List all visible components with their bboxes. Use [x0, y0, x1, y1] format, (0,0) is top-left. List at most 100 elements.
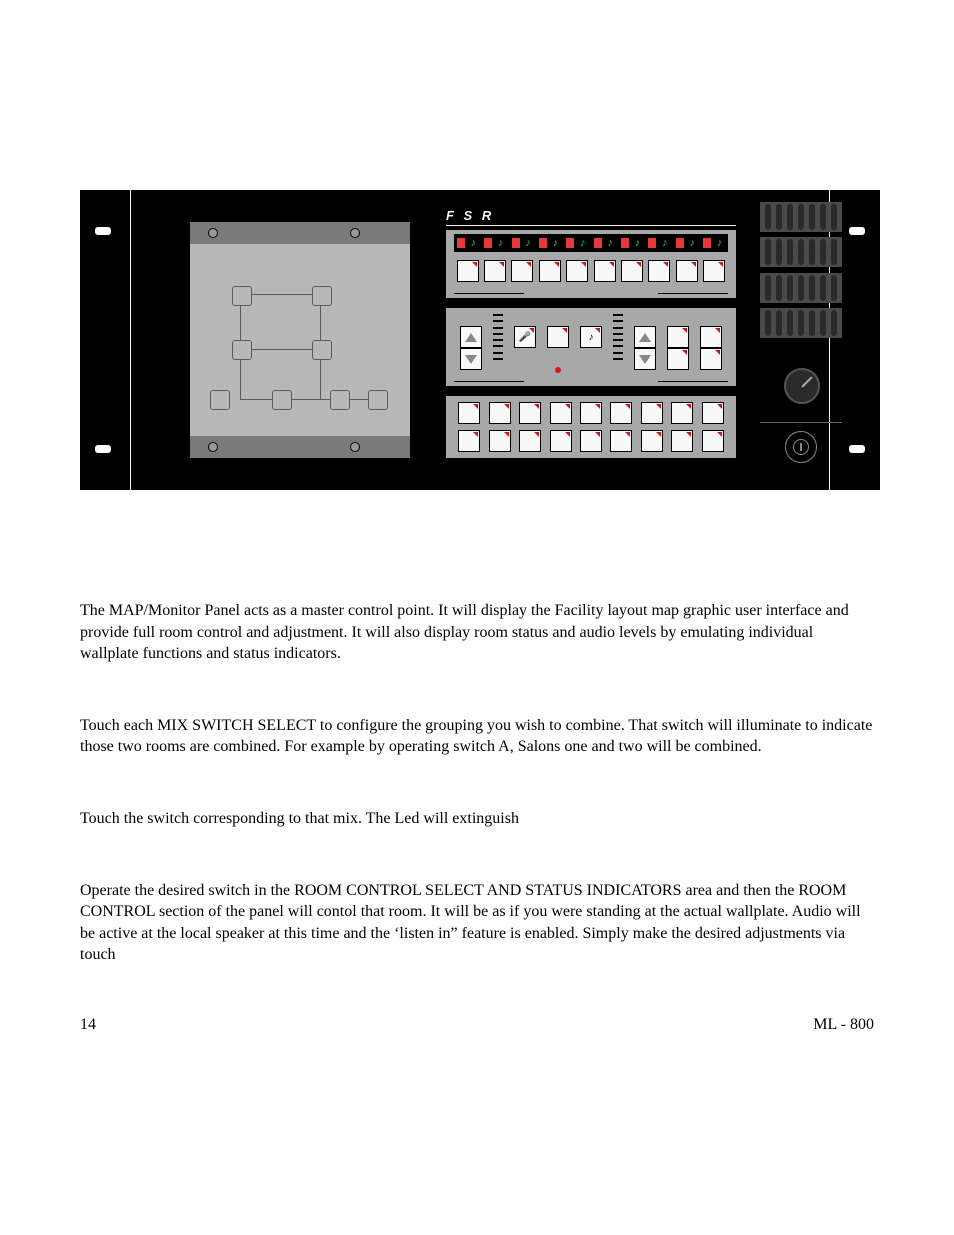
rack-panel: F S R ♪ ♪ ♪ ♪ ♪ ♪ ♪ [80, 190, 880, 490]
room-select-block: ♪ ♪ ♪ ♪ ♪ ♪ ♪ ♪ ♪ [446, 230, 736, 298]
paragraph-2: Touch each MIX SWITCH SELECT to configur… [80, 715, 874, 758]
mic-led-icon [484, 238, 492, 248]
select-row [454, 260, 728, 282]
screw-icon [350, 228, 360, 238]
note-led-icon: ♪ [553, 238, 561, 248]
control-row-bot [454, 348, 728, 370]
power-button[interactable] [785, 431, 817, 463]
mic-led-icon [457, 238, 465, 248]
rack-ear-hole [94, 444, 112, 454]
select-button[interactable] [621, 260, 643, 282]
mix-switch-button[interactable] [550, 430, 572, 452]
divider [658, 293, 728, 294]
room-node [368, 390, 388, 410]
mix-row-1 [454, 402, 728, 424]
mix-switch-block [446, 396, 736, 458]
mix-switch-button[interactable] [610, 402, 632, 424]
mix-switch-button[interactable] [458, 402, 480, 424]
note-led-icon: ♪ [471, 238, 479, 248]
mic-led-icon [566, 238, 574, 248]
select-button[interactable] [511, 260, 533, 282]
map-line [240, 399, 380, 400]
control-button[interactable] [667, 348, 689, 370]
select-button[interactable] [457, 260, 479, 282]
mix-switch-button[interactable] [702, 430, 724, 452]
mix-switch-button[interactable] [641, 430, 663, 452]
select-button[interactable] [703, 260, 725, 282]
mic-button[interactable]: 🎤 [514, 326, 536, 348]
mic-led-icon [621, 238, 629, 248]
mic-led-icon [594, 238, 602, 248]
volume-knob[interactable] [784, 368, 820, 404]
mix-switch-button[interactable] [489, 402, 511, 424]
control-button[interactable]: ♪ [580, 326, 602, 348]
control-button[interactable] [667, 326, 689, 348]
room-node [312, 340, 332, 360]
mix-switch-button[interactable] [641, 402, 663, 424]
mic-led-icon [676, 238, 684, 248]
mix-row-2 [454, 430, 728, 452]
select-button[interactable] [539, 260, 561, 282]
mix-switch-button[interactable] [610, 430, 632, 452]
mix-switch-button[interactable] [580, 402, 602, 424]
speaker-panel [750, 200, 872, 480]
room-node [232, 340, 252, 360]
mix-switch-button[interactable] [671, 430, 693, 452]
control-button[interactable] [547, 326, 569, 348]
mix-switch-button[interactable] [519, 402, 541, 424]
vol-up-button[interactable] [634, 326, 656, 348]
room-node [232, 286, 252, 306]
divider [454, 381, 524, 382]
map-body [190, 244, 410, 436]
divider [658, 381, 728, 382]
select-button[interactable] [648, 260, 670, 282]
brand-label: F S R [446, 208, 736, 226]
room-node [272, 390, 292, 410]
note-led-icon: ♪ [717, 238, 725, 248]
map-panel [190, 222, 410, 458]
note-led-icon: ♪ [580, 238, 588, 248]
doc-id: ML - 800 [813, 1016, 874, 1034]
mix-switch-button[interactable] [550, 402, 572, 424]
mic-led-icon [648, 238, 656, 248]
speaker-grill-icon [760, 202, 842, 338]
note-led-icon: ♪ [662, 238, 670, 248]
mix-switch-button[interactable] [519, 430, 541, 452]
mix-switch-button[interactable] [671, 402, 693, 424]
mic-led-icon [539, 238, 547, 248]
room-node [210, 390, 230, 410]
map-line [240, 349, 320, 350]
paragraph-4: Operate the desired switch in the ROOM C… [80, 880, 874, 966]
page-footer: 14 ML - 800 [80, 1016, 874, 1034]
vol-down-button[interactable] [634, 348, 656, 370]
mix-switch-button[interactable] [458, 430, 480, 452]
screw-icon [208, 228, 218, 238]
control-button[interactable] [700, 348, 722, 370]
select-button[interactable] [676, 260, 698, 282]
room-node [330, 390, 350, 410]
vol-up-button[interactable] [460, 326, 482, 348]
mix-switch-button[interactable] [702, 402, 724, 424]
divider [454, 293, 524, 294]
paragraph-3: Touch the switch corresponding to that m… [80, 808, 874, 830]
room-control-block: 🎤 ♪ [446, 308, 736, 386]
note-led-icon: ♪ [635, 238, 643, 248]
led-strip: ♪ ♪ ♪ ♪ ♪ ♪ ♪ ♪ ♪ [454, 234, 728, 252]
mix-switch-button[interactable] [489, 430, 511, 452]
mix-switch-button[interactable] [580, 430, 602, 452]
rack-ear-hole [94, 226, 112, 236]
note-led-icon: ♪ [498, 238, 506, 248]
room-node [312, 286, 332, 306]
screw-icon [208, 442, 218, 452]
note-led-icon: ♪ [525, 238, 533, 248]
control-button[interactable] [700, 326, 722, 348]
page-number: 14 [80, 1016, 96, 1034]
note-led-icon: ♪ [607, 238, 615, 248]
select-button[interactable] [484, 260, 506, 282]
map-bar [190, 222, 410, 244]
mic-led-icon [512, 238, 520, 248]
vol-down-button[interactable] [460, 348, 482, 370]
select-button[interactable] [594, 260, 616, 282]
map-line [240, 294, 320, 295]
select-button[interactable] [566, 260, 588, 282]
